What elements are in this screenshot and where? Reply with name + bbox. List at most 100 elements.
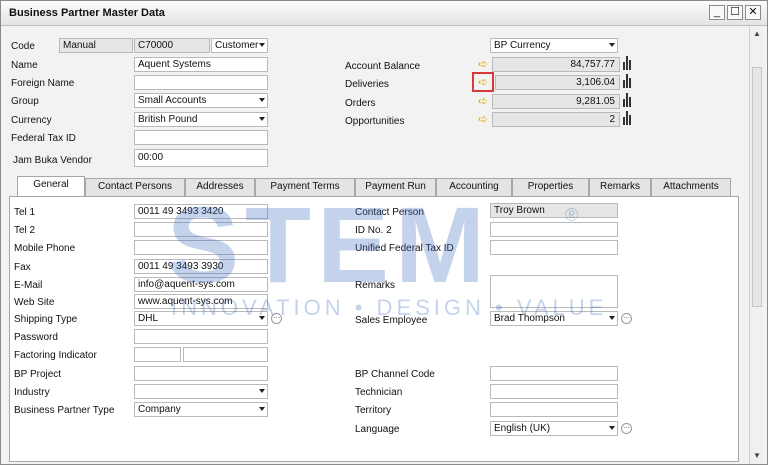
bar-chart-icon[interactable] (623, 93, 633, 107)
vertical-scrollbar[interactable]: ▲ ▼ (749, 27, 764, 464)
chevron-down-icon (259, 117, 265, 121)
tab-contact-persons[interactable]: Contact Persons (85, 178, 185, 196)
code-type-select[interactable]: Customer (211, 38, 268, 53)
maximize-button[interactable]: ☐ (727, 5, 743, 20)
scroll-up-icon[interactable]: ▲ (750, 27, 764, 41)
website-label: Web Site (14, 297, 55, 308)
scroll-thumb[interactable] (752, 67, 762, 307)
password-field[interactable] (134, 329, 268, 344)
link-arrow-icon[interactable]: ➪ (476, 58, 490, 70)
code-type-value: Customer (215, 40, 259, 51)
tab-label: Payment Run (365, 181, 426, 192)
tab-properties[interactable]: Properties (512, 178, 589, 196)
bp-type-select[interactable]: Company (134, 402, 268, 417)
mobile-field[interactable] (134, 240, 268, 255)
account-balance-value: 84,757.77 (570, 59, 616, 70)
tab-accounting[interactable]: Accounting (436, 178, 512, 196)
bp-project-label: BP Project (14, 369, 62, 380)
tel1-label: Tel 1 (14, 207, 36, 218)
factoring-code-field[interactable] (134, 347, 181, 362)
tab-addresses[interactable]: Addresses (185, 178, 255, 196)
language-select[interactable]: English (UK) (490, 421, 618, 436)
link-arrow-icon[interactable]: ➪ (476, 95, 490, 107)
deliveries-label: Deliveries (345, 79, 389, 90)
sales-employee-label: Sales Employee (355, 315, 428, 326)
info-icon[interactable]: ⋯ (621, 423, 632, 434)
chevron-down-icon (609, 426, 615, 430)
tab-label: Payment Terms (270, 181, 340, 192)
factoring-name-field[interactable] (183, 347, 268, 362)
id2-field[interactable] (490, 222, 618, 237)
industry-label: Industry (14, 387, 50, 398)
fax-value: 0011 49 3493 3930 (138, 261, 224, 272)
info-icon[interactable]: ⋯ (271, 313, 282, 324)
title-bar[interactable]: Business Partner Master Data _ ☐ ✕ (1, 1, 767, 26)
opportunities-value: 2 (609, 114, 615, 125)
account-balance-field: 84,757.77 (492, 57, 620, 72)
chevron-down-icon (609, 43, 615, 47)
territory-field[interactable] (490, 402, 618, 417)
federal-tax-field[interactable] (134, 130, 268, 145)
bp-project-field[interactable] (134, 366, 268, 381)
industry-select[interactable] (134, 384, 268, 399)
tab-payment-run[interactable]: Payment Run (355, 178, 436, 196)
channel-code-field[interactable] (490, 366, 618, 381)
tel2-label: Tel 2 (14, 225, 36, 236)
tab-label: Attachments (663, 181, 719, 192)
group-select[interactable]: Small Accounts (134, 93, 268, 108)
tel2-field[interactable] (134, 222, 268, 237)
chevron-down-icon (259, 389, 265, 393)
name-field[interactable]: Aquent Systems (134, 57, 268, 72)
close-button[interactable]: ✕ (745, 5, 761, 20)
shipping-select[interactable]: DHL (134, 311, 268, 326)
tab-label: Addresses (196, 181, 244, 192)
chevron-down-icon (609, 316, 615, 320)
territory-label: Territory (355, 405, 392, 416)
bar-chart-icon[interactable] (623, 111, 633, 125)
bp-currency-value: BP Currency (494, 40, 551, 51)
jam-buka-field[interactable]: 00:00 (134, 149, 268, 167)
minimize-button[interactable]: _ (709, 5, 725, 20)
window-title: Business Partner Master Data (9, 7, 165, 19)
tab-payment-terms[interactable]: Payment Terms (255, 178, 355, 196)
currency-value: British Pound (138, 114, 198, 125)
website-field[interactable]: www.aquent-sys.com (134, 294, 268, 309)
website-value: www.aquent-sys.com (138, 296, 233, 307)
bar-chart-icon[interactable] (623, 56, 633, 70)
technician-field[interactable] (490, 384, 618, 399)
fax-field[interactable]: 0011 49 3493 3930 (134, 259, 268, 274)
currency-select[interactable]: British Pound (134, 112, 268, 127)
tab-remarks[interactable]: Remarks (589, 178, 651, 196)
tab-general[interactable]: General (17, 176, 85, 196)
contact-person-field[interactable]: Troy Brown (490, 203, 618, 218)
tab-label: Properties (527, 181, 574, 192)
tab-label: Accounting (449, 181, 499, 192)
remarks-field[interactable] (490, 275, 618, 308)
chevron-down-icon (259, 407, 265, 411)
unified-tax-label: Unified Federal Tax ID (355, 243, 454, 254)
bp-currency-select[interactable]: BP Currency (490, 38, 618, 53)
tab-attachments[interactable]: Attachments (651, 178, 731, 196)
sales-employee-select[interactable]: Brad Thompson (490, 311, 618, 326)
email-value: info@aquent-sys.com (138, 279, 235, 290)
code-series-field[interactable]: Manual (59, 38, 133, 53)
scroll-down-icon[interactable]: ▼ (750, 449, 764, 463)
bar-chart-icon[interactable] (623, 74, 633, 88)
foreign-name-field[interactable] (134, 75, 268, 90)
email-field[interactable]: info@aquent-sys.com (134, 277, 268, 292)
password-label: Password (14, 332, 58, 343)
link-arrow-icon[interactable]: ➪ (476, 113, 490, 125)
tel1-field[interactable]: 0011 49 3493 3420 (134, 204, 268, 219)
remarks-label: Remarks (355, 280, 396, 291)
code-field[interactable]: C70000 (134, 38, 210, 53)
bp-type-label: Business Partner Type (14, 405, 115, 416)
info-icon[interactable]: ⋯ (621, 313, 632, 324)
federal-tax-label: Federal Tax ID (11, 133, 76, 144)
language-value: English (UK) (494, 423, 551, 434)
id2-label: ID No. 2 (355, 225, 392, 236)
shipping-label: Shipping Type (14, 314, 78, 325)
contact-person-label: Contact Person (355, 207, 424, 218)
unified-tax-field[interactable] (490, 240, 618, 255)
language-label: Language (355, 424, 400, 435)
orders-field: 9,281.05 (492, 94, 620, 109)
